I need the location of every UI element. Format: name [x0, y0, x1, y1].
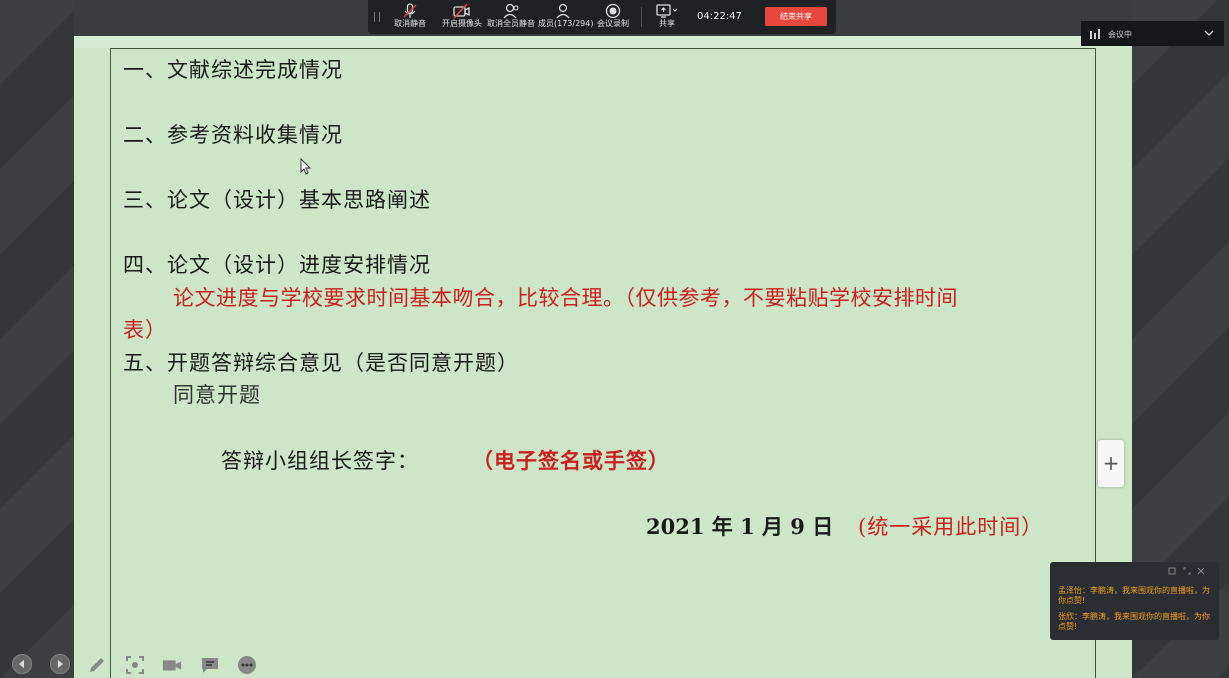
- members-label: 成员(173/294): [538, 19, 594, 28]
- share-screen-icon: [656, 4, 678, 18]
- meeting-timer: 04:22:47: [697, 11, 742, 22]
- unmute-button[interactable]: 取消静音: [392, 3, 428, 33]
- opinion-value: 同意开题: [173, 383, 261, 407]
- toolbar-separator: [641, 7, 642, 27]
- record-button[interactable]: 会议录制: [595, 3, 631, 33]
- start-camera-button[interactable]: 开启摄像头: [442, 3, 482, 33]
- signature-label: 答辩小组组长签字：: [221, 449, 419, 473]
- chat-message: 孟泽怡：李鹏涛，我来围观你的直播啦，为你点赞!: [1058, 586, 1210, 605]
- start-camera-label: 开启摄像头: [442, 19, 482, 28]
- signature-note: （电子签名或手签）: [472, 448, 670, 473]
- record-icon: [605, 3, 621, 19]
- date-note: (统一采用此时间）: [858, 515, 1044, 539]
- meeting-status-panel[interactable]: 会议中: [1081, 21, 1224, 46]
- video-camera-icon[interactable]: [161, 654, 183, 676]
- drag-handle[interactable]: [374, 12, 380, 22]
- screenshot-icon[interactable]: [124, 654, 146, 676]
- section-literature-review: 一、文献综述完成情况: [123, 58, 343, 82]
- members-button[interactable]: 成员(173/294): [538, 3, 594, 33]
- expand-icon[interactable]: [1183, 567, 1191, 575]
- camera-off-icon: [453, 3, 470, 19]
- schedule-comment: 论文进度与学校要求时间基本吻合，比较合理。（仅供参考，不要粘贴学校安排时间: [173, 286, 958, 310]
- section-schedule: 四、论文（设计）进度安排情况: [123, 253, 431, 277]
- schedule-comment-continued: 表）: [123, 318, 167, 342]
- unmute-all-label: 取消全员静音: [487, 19, 535, 28]
- pen-icon[interactable]: [86, 654, 108, 676]
- chat-message: 张欣：李鹏涛，我来围观你的直播啦，为你点赞!: [1058, 612, 1210, 631]
- meeting-toolbar: 取消静音 开启摄像头 取消全员静音 成员(173/294) 会议录制 共享 04…: [368, 0, 836, 34]
- page-top-strip: [74, 36, 1132, 48]
- section-overall-opinion: 五、开题答辩综合意见（是否同意开题）: [123, 351, 519, 375]
- signal-bars-icon: [1090, 29, 1100, 39]
- arrow-right-icon: [58, 660, 63, 668]
- mute-all-icon: [503, 3, 519, 19]
- unmute-label: 取消静音: [394, 19, 426, 28]
- chat-popup-controls: [1168, 566, 1205, 575]
- share-button[interactable]: 共享: [652, 3, 682, 33]
- section-basic-approach: 三、论文（设计）基本思路阐述: [123, 188, 431, 212]
- members-icon: [556, 3, 570, 19]
- meeting-status-text: 会议中: [1108, 30, 1132, 39]
- record-label: 会议录制: [597, 19, 629, 28]
- chat-settings-icon[interactable]: [1168, 567, 1176, 575]
- close-icon[interactable]: [1197, 567, 1205, 575]
- previous-page-button[interactable]: [12, 654, 32, 674]
- section-references: 二、参考资料收集情况: [123, 123, 343, 147]
- end-share-button[interactable]: 结束共享: [765, 7, 827, 26]
- unmute-all-button[interactable]: 取消全员静音: [487, 3, 535, 33]
- microphone-icon: [403, 3, 417, 18]
- date-text: 2021 年 1 月 9 日: [646, 514, 834, 539]
- chevron-down-icon[interactable]: [1203, 27, 1215, 39]
- mouse-cursor-icon: [300, 158, 312, 175]
- chat-popup: 孟泽怡：李鹏涛，我来围观你的直播啦，为你点赞! 张欣：李鹏涛，我来围观你的直播啦…: [1050, 562, 1219, 640]
- background-left: [0, 0, 74, 678]
- arrow-left-icon: [19, 660, 24, 668]
- share-label: 共享: [659, 19, 675, 28]
- next-page-button[interactable]: [50, 654, 70, 674]
- more-options-icon[interactable]: [236, 654, 258, 676]
- add-button[interactable]: +: [1098, 440, 1124, 487]
- chat-icon[interactable]: [199, 654, 221, 676]
